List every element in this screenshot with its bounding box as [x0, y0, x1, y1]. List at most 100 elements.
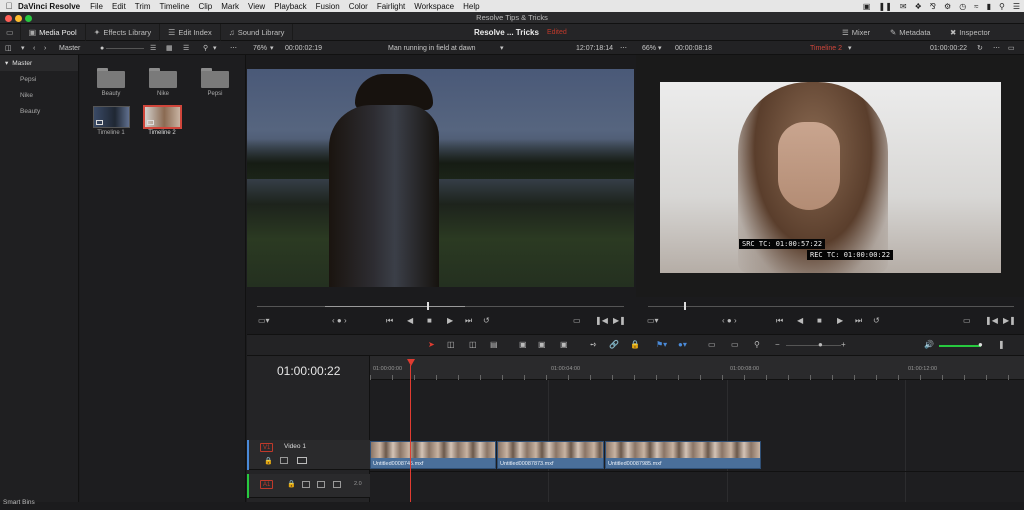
panel-toggle-button[interactable]: ▭: [0, 23, 21, 41]
menu-color[interactable]: Color: [349, 2, 368, 11]
source-zoom[interactable]: 76%: [253, 41, 267, 55]
battery-icon[interactable]: ▮: [987, 2, 991, 11]
timeline-name-dropdown[interactable]: Timeline 2: [810, 41, 842, 55]
flag-icon[interactable]: ⚑▾: [656, 340, 667, 349]
timeline-playhead-line[interactable]: [410, 365, 411, 502]
search-icon[interactable]: ⚲: [999, 2, 1005, 11]
reverse-play-icon[interactable]: ◀: [407, 316, 413, 325]
auto-select-icon[interactable]: [280, 457, 288, 464]
bluetooth-icon[interactable]: ⅋: [930, 2, 936, 11]
marker-icon[interactable]: ●▾: [678, 340, 687, 349]
search-icon[interactable]: ⚲: [203, 41, 208, 55]
sound-library-button[interactable]: ♫ Sound Library: [221, 23, 294, 41]
stop-icon[interactable]: ■: [817, 316, 822, 325]
smart-bins-label[interactable]: Smart Bins: [0, 494, 35, 510]
lock-icon[interactable]: 🔒: [264, 457, 273, 465]
insert-clip-icon[interactable]: ▣: [519, 340, 527, 349]
menu-trim[interactable]: Trim: [135, 2, 151, 11]
sidebar-toggle-icon[interactable]: ◫: [5, 41, 12, 55]
jump-start-icon[interactable]: ⏮: [776, 316, 783, 326]
volume-slider[interactable]: [939, 345, 981, 347]
list-icon[interactable]: ☰: [1013, 2, 1020, 11]
mute-button[interactable]: [333, 481, 341, 488]
dropbox-icon[interactable]: ❖: [915, 2, 922, 11]
folder-icon[interactable]: [149, 68, 177, 88]
linked-selection-icon[interactable]: 🔗: [609, 340, 619, 349]
menu-mark[interactable]: Mark: [221, 2, 239, 11]
volume-slider-knob[interactable]: ●: [978, 340, 983, 349]
stop-icon[interactable]: ■: [427, 316, 432, 325]
camera-icon[interactable]: ▣: [863, 2, 871, 11]
menu-fairlight[interactable]: Fairlight: [377, 2, 405, 11]
solo-button[interactable]: [317, 481, 325, 488]
sidebar-item-master[interactable]: ▾ Master: [0, 55, 78, 71]
chevron-down-icon[interactable]: ▾: [658, 41, 662, 55]
menu-edit[interactable]: Edit: [112, 2, 126, 11]
custom-zoom-icon[interactable]: ⚲: [754, 340, 760, 349]
match-frame-icon[interactable]: ▭: [963, 316, 971, 325]
trim-tool-icon[interactable]: ◫: [447, 340, 455, 349]
sidebar-item-beauty[interactable]: Beauty: [0, 103, 78, 119]
media-pool-button[interactable]: ▣ Media Pool: [21, 23, 86, 41]
menu-help[interactable]: Help: [463, 2, 479, 11]
forward-arrow-icon[interactable]: ›: [44, 41, 46, 55]
mixer-button[interactable]: ☰ Mixer: [842, 24, 870, 41]
play-icon[interactable]: ▶: [447, 316, 453, 325]
jog-icon[interactable]: ‹ ● ›: [722, 316, 737, 325]
program-scrub-bar[interactable]: [648, 306, 1014, 307]
blade-tool-icon[interactable]: ▤: [490, 340, 498, 349]
sidebar-item-pepsi[interactable]: Pepsi: [0, 71, 78, 87]
inspector-button[interactable]: ✖ Inspector: [950, 24, 990, 41]
snapping-icon[interactable]: ➺: [590, 340, 597, 349]
more-options-icon[interactable]: ⋯: [620, 41, 627, 55]
timeline-ruler[interactable]: 01:00:00:00 01:00:04:00 01:00:08:00 01:0…: [370, 356, 1024, 380]
thumb-size-slider[interactable]: [106, 48, 144, 49]
jump-end-icon[interactable]: ⏭: [855, 316, 862, 326]
zoom-window-button[interactable]: [25, 15, 32, 22]
timeline-clip[interactable]: Untitled0008745.mxf: [370, 441, 496, 469]
fullscreen-icon[interactable]: ▭: [1008, 41, 1015, 55]
list-detail-icon[interactable]: ☰: [183, 41, 189, 55]
menu-timeline[interactable]: Timeline: [160, 2, 190, 11]
zoom-slider[interactable]: [786, 345, 841, 346]
jump-start-icon[interactable]: ⏮: [386, 316, 393, 326]
source-viewer[interactable]: [247, 69, 634, 287]
viewer-options-icon[interactable]: ▭▾: [647, 316, 659, 325]
more-options-icon[interactable]: ⋯: [993, 41, 1000, 55]
menu-workspace[interactable]: Workspace: [414, 2, 454, 11]
viewer-options-icon[interactable]: ▭▾: [258, 316, 270, 325]
timeline-thumbnail-selected[interactable]: [143, 105, 182, 129]
timeline-current-timecode[interactable]: 01:00:00:22: [277, 364, 340, 378]
match-frame-icon[interactable]: ▭: [573, 316, 581, 325]
effects-library-button[interactable]: ✦ Effects Library: [86, 23, 161, 41]
minimize-window-button[interactable]: [15, 15, 22, 22]
position-lock-icon[interactable]: 🔒: [630, 340, 640, 349]
play-icon[interactable]: ▶: [837, 316, 843, 325]
dropdown-icon[interactable]: ▾: [21, 41, 25, 55]
chevron-down-icon[interactable]: ▾: [213, 41, 217, 55]
program-zoom[interactable]: 66%: [642, 41, 656, 55]
folder-icon[interactable]: [97, 68, 125, 88]
app-name-menu[interactable]: DaVinci Resolve: [18, 2, 80, 11]
lock-icon[interactable]: 🔒: [287, 480, 296, 488]
track-visibility-icon[interactable]: [297, 457, 307, 464]
jog-icon[interactable]: ‹ ● ›: [332, 316, 347, 325]
zoom-slider-knob[interactable]: ●: [818, 340, 823, 349]
chevron-down-icon[interactable]: ▾: [848, 41, 852, 55]
replace-clip-icon[interactable]: ▣: [560, 340, 568, 349]
mark-out-icon[interactable]: ▶❚: [1003, 316, 1016, 325]
video-track-name[interactable]: Video 1: [284, 443, 306, 450]
timeline-clip[interactable]: Untitled00087985.mxf: [605, 441, 761, 469]
overwrite-clip-icon[interactable]: ▣: [538, 340, 546, 349]
thumb-size-slider-knob[interactable]: ●: [100, 41, 104, 55]
menu-view[interactable]: View: [248, 2, 265, 11]
mark-out-icon[interactable]: ▶❚: [613, 316, 626, 325]
jump-end-icon[interactable]: ⏭: [465, 316, 472, 326]
loop-icon[interactable]: ↺: [483, 316, 490, 325]
menu-fusion[interactable]: Fusion: [316, 2, 340, 11]
source-playhead[interactable]: [427, 302, 429, 310]
apple-icon[interactable]: : [0, 1, 18, 11]
pause-icon[interactable]: ❚❚: [878, 2, 891, 11]
list-view-icon[interactable]: ☰: [150, 41, 156, 55]
video-track-badge[interactable]: V1: [260, 443, 274, 452]
